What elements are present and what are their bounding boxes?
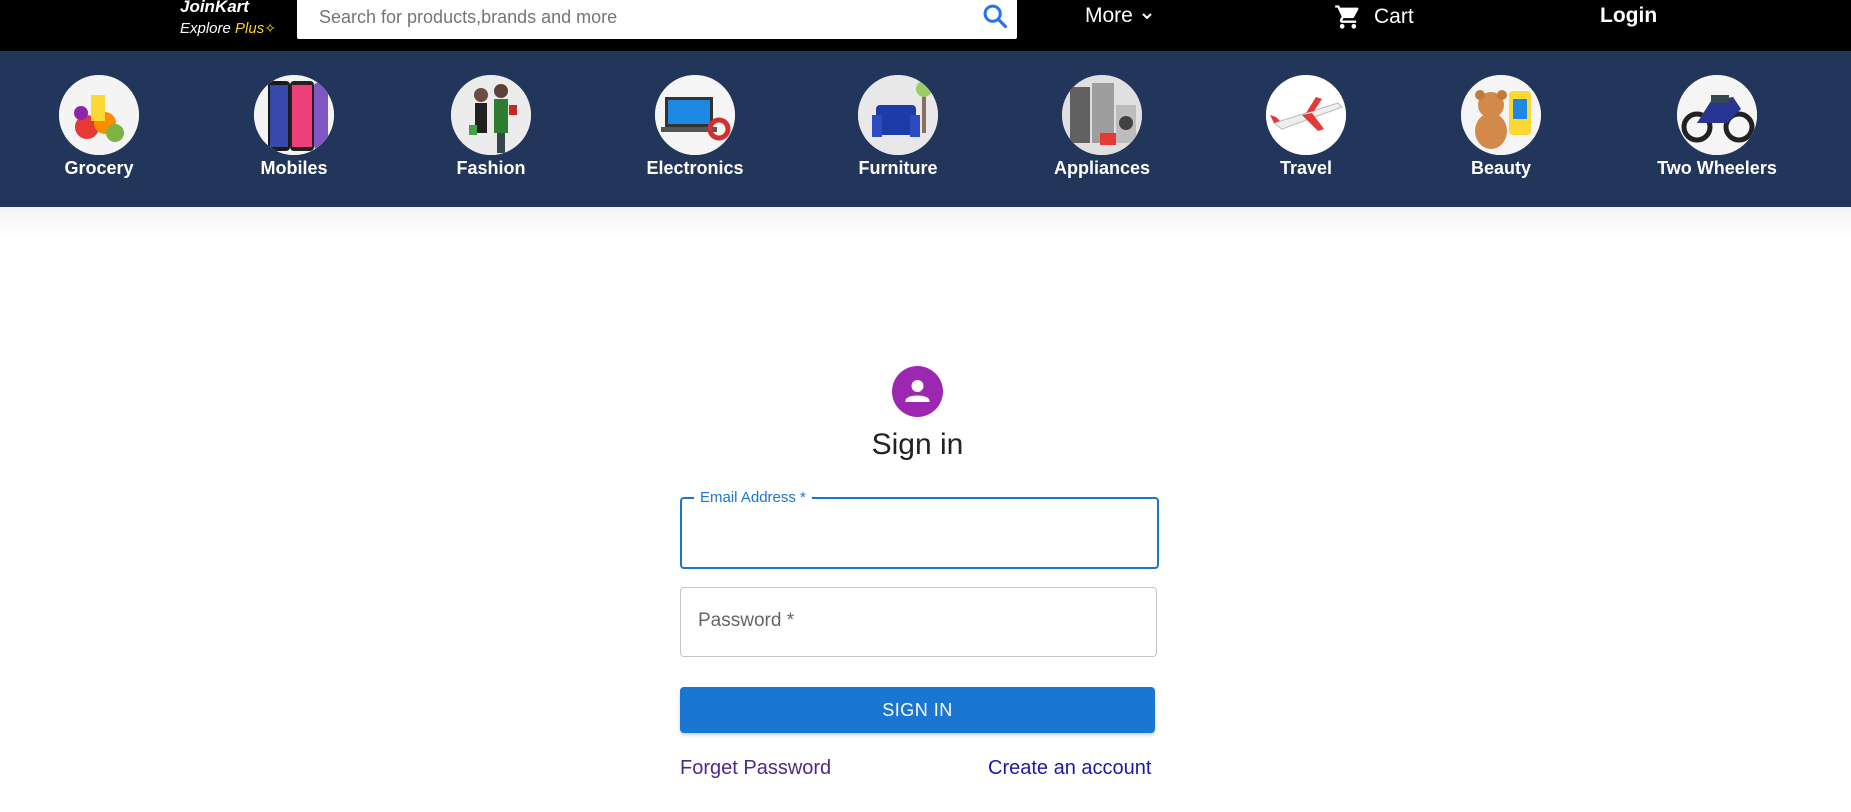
category-label: Two Wheelers	[1657, 158, 1777, 178]
brand-tagline-prefix: Explore	[180, 20, 236, 37]
user-avatar-icon	[892, 366, 943, 417]
category-label: Travel	[1279, 158, 1333, 178]
two-wheelers-image	[1677, 75, 1757, 155]
plus-star-icon: ✧	[264, 20, 276, 36]
category-label: Appliances	[1053, 158, 1151, 178]
more-label: More	[1085, 4, 1133, 27]
category-grocery[interactable]: Grocery	[19, 75, 179, 179]
category-beauty[interactable]: Beauty	[1421, 75, 1581, 179]
email-input[interactable]	[696, 513, 1140, 553]
page-title: Sign in	[871, 428, 964, 461]
category-label: Beauty	[1470, 158, 1532, 178]
category-fashion[interactable]: Fashion	[411, 75, 571, 179]
cart-icon	[1335, 5, 1359, 29]
category-label: Fashion	[456, 158, 526, 178]
category-bar: Grocery Mobiles Fashion Electronics Furn…	[0, 51, 1851, 207]
category-label: Furniture	[858, 158, 938, 178]
chevron-down-icon	[1142, 13, 1152, 20]
category-furniture[interactable]: Furniture	[818, 75, 978, 179]
password-field[interactable]: Password *	[680, 587, 1157, 657]
password-input[interactable]	[695, 602, 1139, 642]
search-input[interactable]	[317, 0, 961, 34]
sign-in-button[interactable]: SIGN IN	[680, 687, 1155, 733]
category-mobiles[interactable]: Mobiles	[214, 75, 374, 179]
appliances-image	[1062, 75, 1142, 155]
login-button[interactable]: Login	[1600, 4, 1657, 28]
travel-image	[1266, 75, 1346, 155]
beauty-image	[1461, 75, 1541, 155]
category-electronics[interactable]: Electronics	[615, 75, 775, 179]
section-shadow	[0, 207, 1851, 237]
top-header: JoinKart Explore Plus✧ More Cart Login	[0, 0, 1851, 51]
search-icon[interactable]	[981, 2, 1009, 30]
category-appliances[interactable]: Appliances	[1022, 75, 1182, 179]
cart-label: Cart	[1374, 5, 1414, 28]
fashion-image	[451, 75, 531, 155]
furniture-image	[858, 75, 938, 155]
email-field-label: Email Address *	[694, 489, 812, 506]
search-bar	[297, 0, 1017, 39]
grocery-image	[59, 75, 139, 155]
email-field[interactable]: Email Address *	[680, 489, 1159, 569]
forget-password-link[interactable]: Forget Password	[680, 757, 831, 780]
brand-name: JoinKart	[180, 0, 249, 16]
cart-button[interactable]: Cart	[1334, 3, 1414, 31]
more-menu[interactable]: More	[1085, 4, 1153, 28]
brand-logo[interactable]: JoinKart Explore Plus✧	[180, 0, 276, 39]
category-label: Mobiles	[260, 158, 328, 178]
mobiles-image	[254, 75, 334, 155]
brand-tagline-plus: Plus	[235, 20, 265, 37]
category-two-wheelers[interactable]: Two Wheelers	[1637, 75, 1797, 179]
category-label: Grocery	[64, 158, 134, 178]
category-label: Electronics	[646, 158, 744, 178]
electronics-image	[655, 75, 735, 155]
create-account-link[interactable]: Create an account	[988, 757, 1151, 780]
category-travel[interactable]: Travel	[1226, 75, 1386, 179]
brand-tagline: Explore Plus✧	[180, 18, 276, 39]
